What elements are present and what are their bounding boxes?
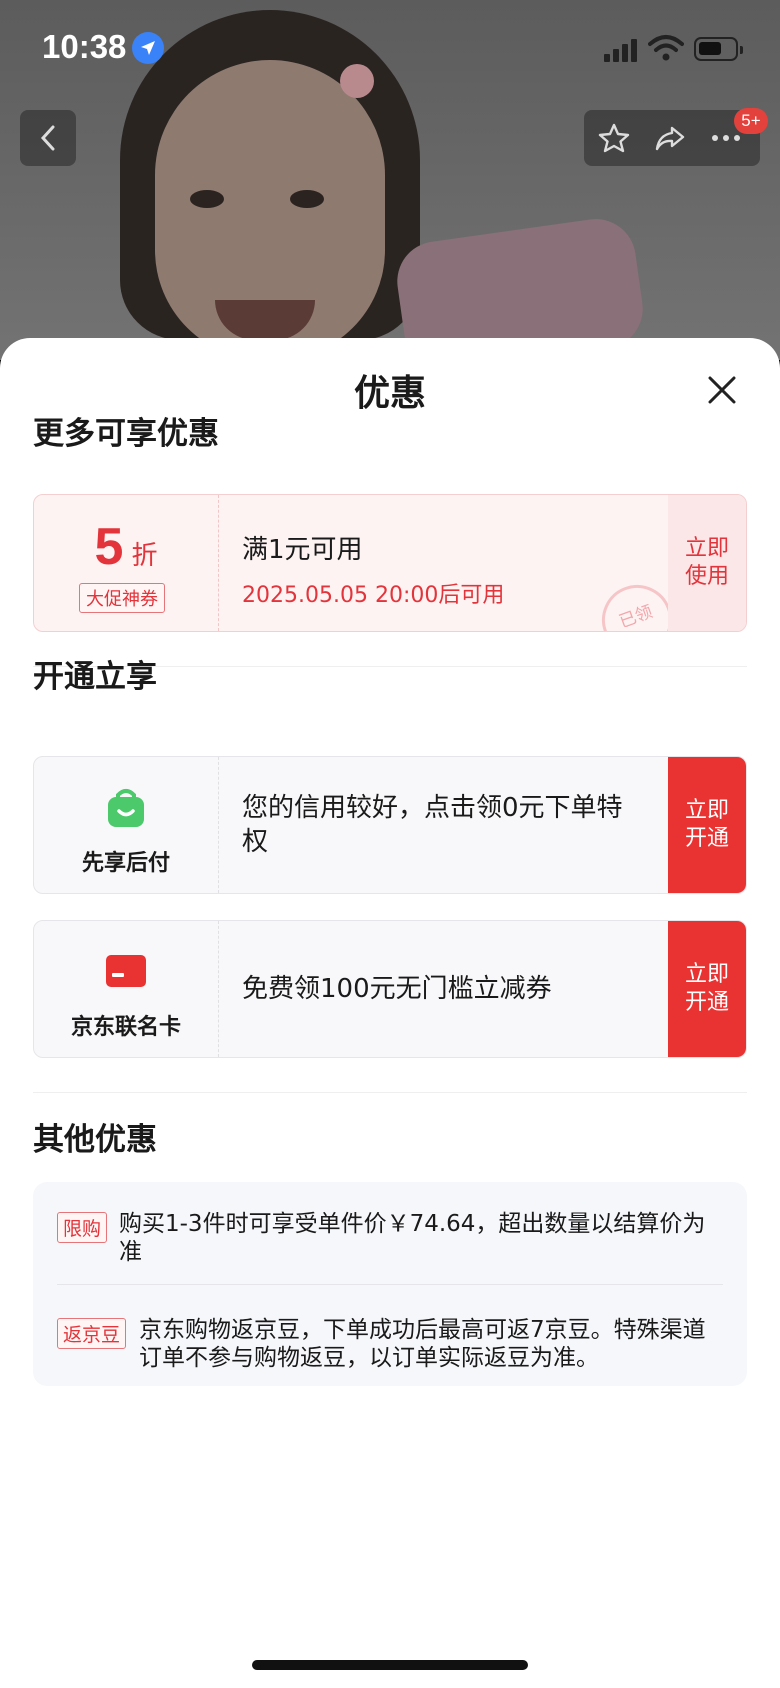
section-title-other-offers: 其他优惠 [33,1122,157,1158]
cellular-signal-icon [604,38,640,62]
shopping-bag-icon [108,789,144,827]
jd-beans-tag: 返京豆 [57,1318,127,1349]
section-title-activate-text: 开通立享 [33,659,157,695]
list-separator [57,1284,723,1285]
product-image-eye [290,190,324,208]
message-count-badge: 5+ [734,108,768,134]
coupon-type-tag: 大促神券 [79,583,165,613]
co-branded-label: 京东联名卡 [70,1015,181,1040]
activate-co-branded-button[interactable]: 立即开通 [668,921,746,1057]
pay-later-description: 您的信用较好，点击领0元下单特权 [242,793,623,857]
coupon-condition: 满1元可用 [242,535,363,565]
credit-card-icon [106,955,146,987]
share-icon[interactable] [654,122,686,154]
section-title-more-offers: 更多可享优惠 [33,416,219,452]
close-icon[interactable] [704,372,740,408]
co-branded-card[interactable]: 京东联名卡 免费领100元无门槛立减券 立即开通 [33,920,747,1058]
purchase-limit-text: 购买1-3件时可享受单件价￥74.64，超出数量以结算价为准 [119,1211,706,1265]
section-divider [33,1092,747,1093]
status-time: 10:38 [42,28,127,65]
activate-pay-later-button[interactable]: 立即开通 [668,757,746,893]
co-branded-description: 免费领100元无门槛立减券 [242,974,552,1004]
section-title-activate: 开通立享 [33,651,157,696]
battery-icon [694,37,743,61]
star-icon[interactable] [598,122,630,154]
coupon-available-time: 2025.05.05 20:00后可用 [242,583,505,608]
product-image-eye [190,190,224,208]
location-arrow-icon [132,32,164,64]
wifi-icon [648,34,684,66]
status-bar: 10:38 [0,0,780,100]
co-branded-icon-area: 京东联名卡 [34,921,219,1057]
coupon-value-area: 5折 大促神券 [34,495,219,631]
jd-beans-text: 京东购物返京豆，下单成功后最高可返7京豆。特殊渠道订单不参与购物返豆，以订单实际… [139,1317,706,1371]
offers-sheet: 优惠 更多可享优惠 5折 大促神券 满1元可用 2025.05.05 20:00… [0,338,780,1688]
chevron-left-icon [40,125,55,151]
back-button[interactable] [20,110,76,166]
coupon-card[interactable]: 5折 大促神券 满1元可用 2025.05.05 20:00后可用 已领 立即使… [33,494,747,632]
pay-later-label: 先享后付 [81,851,170,876]
coupon-discount-value: 5 [94,518,124,576]
home-indicator[interactable] [252,1660,528,1670]
pay-later-card[interactable]: 先享后付 您的信用较好，点击领0元下单特权 立即开通 [33,756,747,894]
use-now-button[interactable]: 立即使用 [668,495,746,631]
purchase-limit-tag: 限购 [57,1212,108,1243]
other-offers-list: 限购 购买1-3件时可享受单件价￥74.64，超出数量以结算价为准 返京豆 京东… [33,1182,747,1386]
coupon-discount: 5折 [34,517,218,577]
coupon-discount-unit: 折 [131,541,158,571]
pay-later-icon-area: 先享后付 [34,757,219,893]
